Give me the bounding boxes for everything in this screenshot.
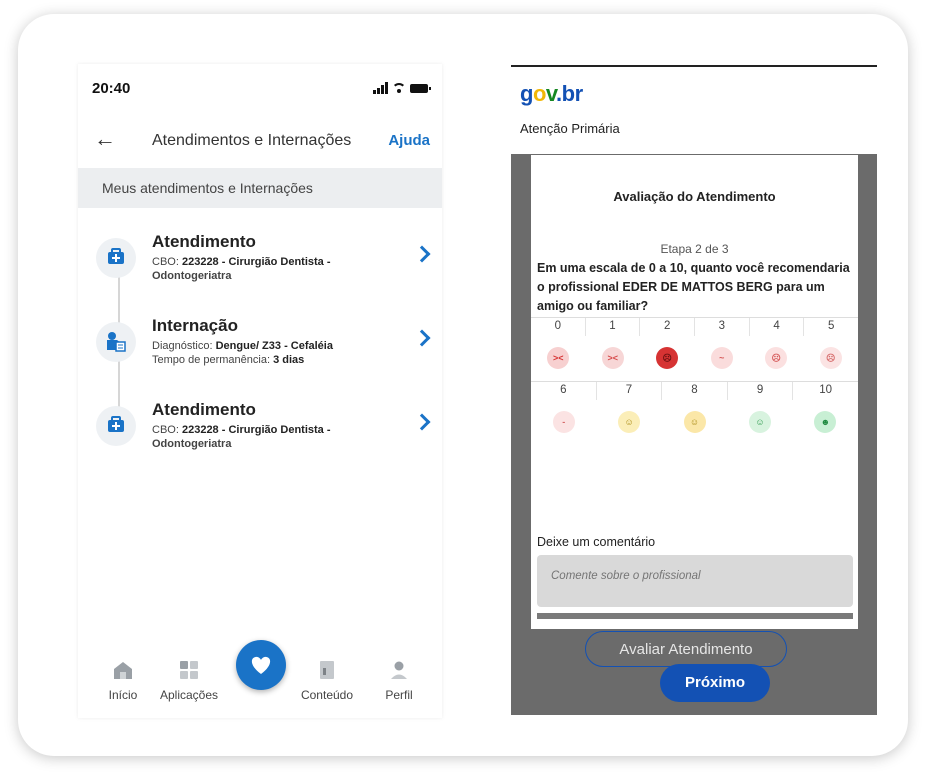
section-header: Meus atendimentos e Internações [78, 168, 442, 208]
item-detail: CBO: 223228 - Cirurgião Dentista - [152, 424, 331, 436]
rate-service-button[interactable]: Avaliar Atendimento [585, 631, 787, 667]
rating-face-6-icon[interactable]: - [552, 411, 575, 433]
apps-grid-icon [154, 658, 224, 682]
nav-aplicacoes[interactable]: Aplicações [154, 658, 224, 702]
hospital-bed-icon [96, 322, 136, 362]
rating-face-8-icon[interactable]: ☺ [683, 411, 706, 433]
heart-icon [251, 656, 271, 674]
nav-label: Conteúdo [300, 688, 354, 702]
item-detail-2: Tempo de permanência: 3 dias [152, 354, 305, 366]
item-title: Atendimento [152, 400, 256, 419]
scale-number: 6 [560, 384, 567, 396]
scale-number: 7 [595, 382, 662, 400]
app-subtitle: Atenção Primária [520, 121, 620, 136]
rating-face-10-icon[interactable]: ☻ [814, 411, 837, 433]
web-screen: gov.br Atenção Primária Avaliação do Ate… [511, 65, 877, 715]
scale-row-1: 0 1 2 3 4 5 [531, 317, 858, 336]
face-row-1: >< >< ☹ ~ ☹ ☹ [531, 347, 858, 369]
nav-inicio[interactable]: Início [88, 658, 158, 702]
rating-face-4-icon[interactable]: ☹ [765, 347, 788, 369]
list-item-atendimento-1[interactable]: Atendimento CBO: 223228 - Cirurgião Dent… [78, 232, 442, 312]
chevron-right-icon[interactable] [413, 329, 431, 347]
scale-row-2: 6 7 8 9 10 [531, 381, 858, 400]
scale-number: 8 [661, 382, 727, 400]
battery-icon [410, 83, 431, 93]
item-title: Internação [152, 316, 238, 335]
scale-number: 4 [748, 318, 804, 336]
rating-face-0-icon[interactable]: >< [547, 347, 570, 369]
divider [537, 613, 853, 619]
rating-modal: Avaliação do Atendimento Etapa 2 de 3 Em… [531, 155, 858, 702]
scale-number: 1 [584, 318, 640, 336]
rating-face-9-icon[interactable]: ☺ [748, 411, 771, 433]
item-detail: Diagnóstico: Dengue/ Z33 - Cefaléia [152, 340, 333, 352]
web-header: gov.br Atenção Primária [511, 65, 877, 154]
rating-face-5-icon[interactable]: ☹ [819, 347, 842, 369]
chevron-right-icon[interactable] [413, 413, 431, 431]
medical-kit-icon [96, 238, 136, 278]
scale-number: 10 [792, 382, 858, 400]
scale-number: 9 [726, 382, 793, 400]
rating-face-1-icon[interactable]: >< [601, 347, 624, 369]
govbr-logo: gov.br [520, 81, 583, 106]
comment-label: Deixe um comentário [537, 535, 656, 549]
nav-perfil[interactable]: Perfil [364, 658, 434, 702]
item-detail-2: Odontogeriatra [152, 270, 232, 282]
modal-title: Avaliação do Atendimento [613, 189, 776, 204]
rating-face-3-icon[interactable]: ~ [710, 347, 733, 369]
rating-face-2-icon-selected[interactable]: ☹ [656, 347, 679, 369]
favorite-heart-button[interactable] [236, 640, 286, 690]
profile-icon [364, 658, 434, 682]
section-title: Meus atendimentos e Internações [102, 180, 313, 196]
list-item-internacao[interactable]: Internação Diagnóstico: Dengue/ Z33 - Ce… [78, 316, 442, 396]
item-title: Atendimento [152, 232, 256, 251]
nav-label: Perfil [385, 688, 413, 702]
wifi-icon [392, 83, 406, 93]
list-item-atendimento-2[interactable]: Atendimento CBO: 223228 - Cirurgião Dent… [78, 400, 442, 480]
document-icon [292, 658, 362, 682]
signal-icon [373, 82, 388, 94]
app-bar: ← Atendimentos e Internações Ajuda [78, 124, 442, 160]
home-icon [88, 658, 158, 682]
next-button[interactable]: Próximo [660, 664, 770, 702]
system-icons [373, 82, 431, 94]
help-link[interactable]: Ajuda [388, 132, 430, 149]
nav-label: Início [108, 688, 138, 702]
rating-question: Em uma escala de 0 a 10, quanto você rec… [537, 261, 850, 313]
back-arrow-icon[interactable]: ← [94, 126, 116, 152]
status-time: 20:40 [92, 80, 131, 97]
rating-face-7-icon[interactable]: ☺ [618, 411, 641, 433]
face-row-2: - ☺ ☺ ☺ ☻ [531, 411, 858, 433]
scale-number: 2 [639, 318, 694, 336]
step-indicator: Etapa 2 de 3 [660, 242, 729, 256]
medical-kit-icon [96, 406, 136, 446]
page-title: Atendimentos e Internações [152, 132, 352, 149]
comment-box[interactable] [537, 555, 853, 607]
nav-conteudo[interactable]: Conteúdo [292, 658, 362, 702]
scale-number: 0 [554, 320, 562, 332]
item-detail-2: Odontogeriatra [152, 438, 232, 450]
phone-screen: 20:40 ← Atendimentos e Internações Ajuda… [78, 64, 442, 718]
status-bar: 20:40 [78, 64, 442, 112]
nav-label: Aplicações [159, 688, 219, 702]
chevron-right-icon[interactable] [413, 245, 431, 263]
scale-number: 3 [694, 318, 749, 336]
scale-number: 5 [803, 318, 858, 336]
comment-input[interactable] [549, 569, 843, 583]
item-detail: CBO: 223228 - Cirurgião Dentista - [152, 256, 331, 268]
